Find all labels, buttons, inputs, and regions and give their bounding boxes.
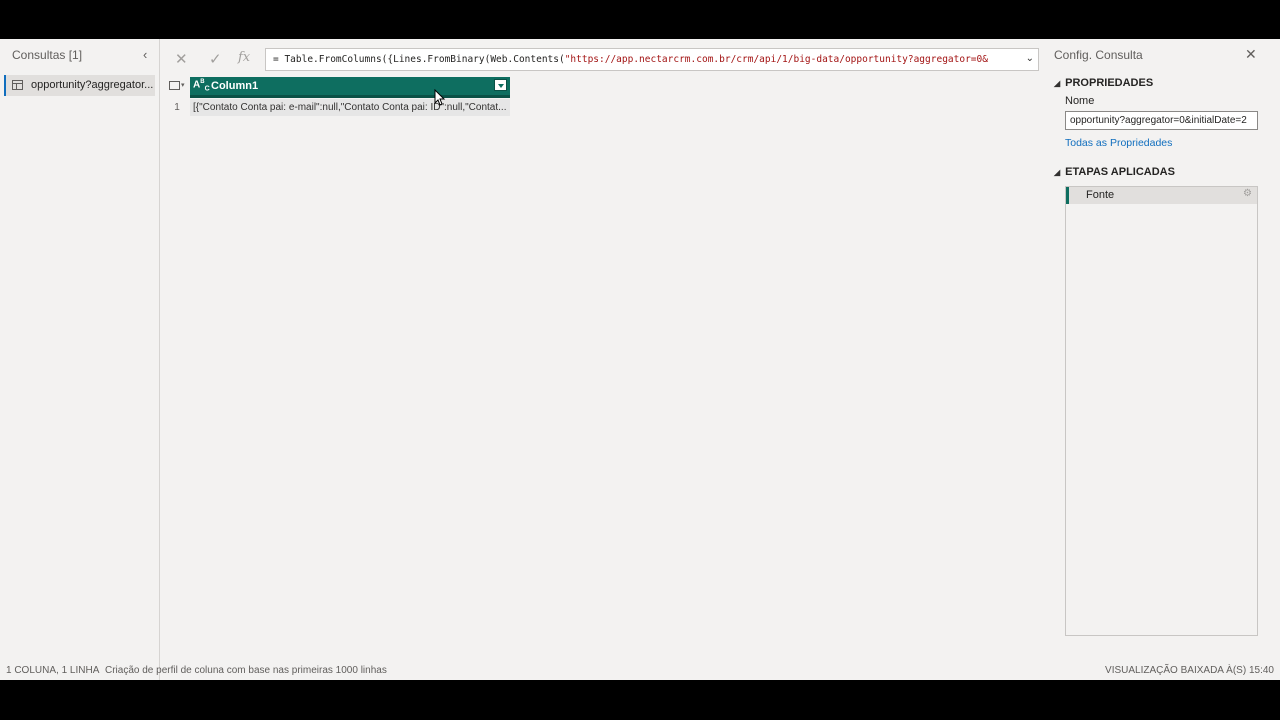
queries-pane: Consultas [1] ‹ opportunity?aggregator..… — [0, 39, 160, 680]
table-cell[interactable]: [{"Contato Conta pai: e-mail":null,"Cont… — [190, 99, 510, 116]
applied-steps-section[interactable]: ◢ ETAPAS APLICADAS — [1054, 166, 1175, 178]
column-header[interactable]: ABC Column1 — [190, 77, 510, 98]
applied-steps-heading: ETAPAS APLICADAS — [1065, 166, 1175, 178]
filter-dropdown-icon[interactable] — [494, 79, 507, 91]
step-label: Fonte — [1086, 189, 1115, 201]
formula-text[interactable]: = Table.FromColumns({Lines.FromBinary(We… — [273, 54, 1008, 65]
table-icon — [169, 81, 180, 90]
table-menu-button[interactable]: ▾ — [165, 77, 189, 95]
query-name-field[interactable]: opportunity?aggregator=0&initialDate=2 — [1065, 111, 1258, 130]
query-item-label: opportunity?aggregator... — [31, 79, 154, 91]
query-item[interactable]: opportunity?aggregator... — [4, 75, 155, 96]
formula-prefix: = Table.FromColumns({Lines.FromBinary(We… — [273, 54, 565, 65]
gear-icon[interactable]: ⚙ — [1243, 188, 1252, 199]
status-bar: 1 COLUNA, 1 LINHA Criação de perfil de c… — [0, 663, 1280, 680]
collapse-triangle-icon: ◢ — [1054, 79, 1061, 88]
caret-down-icon: ▾ — [181, 82, 185, 89]
text-type-icon[interactable]: ABC — [193, 79, 210, 92]
formula-url: "https://app.nectarcrm.com.br/crm/api/1/… — [564, 54, 988, 65]
all-properties-link[interactable]: Todas as Propriedades — [1065, 137, 1172, 149]
chevron-down-icon[interactable]: ⌄ — [1026, 53, 1034, 64]
chevron-left-icon[interactable]: ‹ — [143, 47, 147, 62]
fx-icon[interactable]: fx — [238, 50, 250, 65]
close-icon[interactable]: ✕ — [175, 50, 188, 68]
status-counts: 1 COLUNA, 1 LINHA — [6, 665, 100, 676]
queries-title: Consultas [1] — [12, 48, 83, 62]
name-label: Nome — [1065, 95, 1095, 107]
row-number: 1 — [174, 102, 180, 113]
column-name: Column1 — [211, 80, 259, 92]
query-settings-title: Config. Consulta — [1054, 48, 1143, 62]
power-query-editor: Consultas [1] ‹ opportunity?aggregator..… — [0, 39, 1280, 680]
status-profiling[interactable]: Criação de perfil de coluna com base nas… — [105, 665, 387, 676]
formula-bar[interactable]: = Table.FromColumns({Lines.FromBinary(We… — [265, 48, 1039, 71]
query-settings-pane: Config. Consulta ✕ ◢ PROPRIEDADES Nome op… — [1046, 39, 1280, 680]
applied-steps-list: Fonte ⚙ — [1065, 186, 1258, 636]
collapse-triangle-icon: ◢ — [1054, 168, 1061, 177]
mouse-pointer-icon — [434, 89, 446, 106]
check-icon[interactable]: ✓ — [209, 50, 222, 68]
properties-heading: PROPRIEDADES — [1065, 77, 1154, 89]
status-preview-time: VISUALIZAÇÃO BAIXADA À(S) 15:40 — [1105, 665, 1274, 676]
properties-section[interactable]: ◢ PROPRIEDADES — [1054, 77, 1153, 89]
table-icon — [12, 80, 23, 90]
step-item[interactable]: Fonte ⚙ — [1066, 187, 1257, 204]
close-icon[interactable]: ✕ — [1245, 46, 1257, 63]
